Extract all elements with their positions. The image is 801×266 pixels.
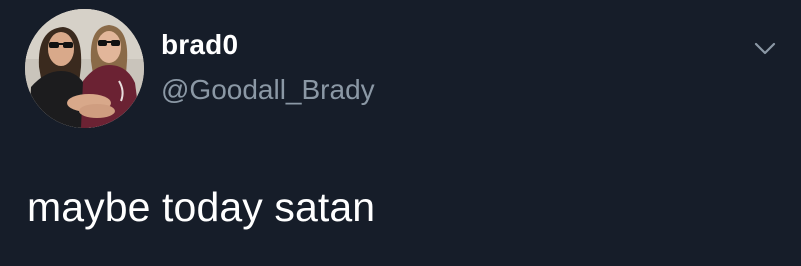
author-handle[interactable]: @Goodall_Brady [161,74,375,106]
tweet-card: brad0 @Goodall_Brady maybe today satan [0,0,801,266]
author-avatar[interactable] [25,9,144,128]
avatar-photo-icon [25,9,144,128]
chevron-down-icon[interactable] [748,32,782,66]
tweet-text: maybe today satan [27,184,376,230]
author-display-name[interactable]: brad0 [161,29,238,61]
